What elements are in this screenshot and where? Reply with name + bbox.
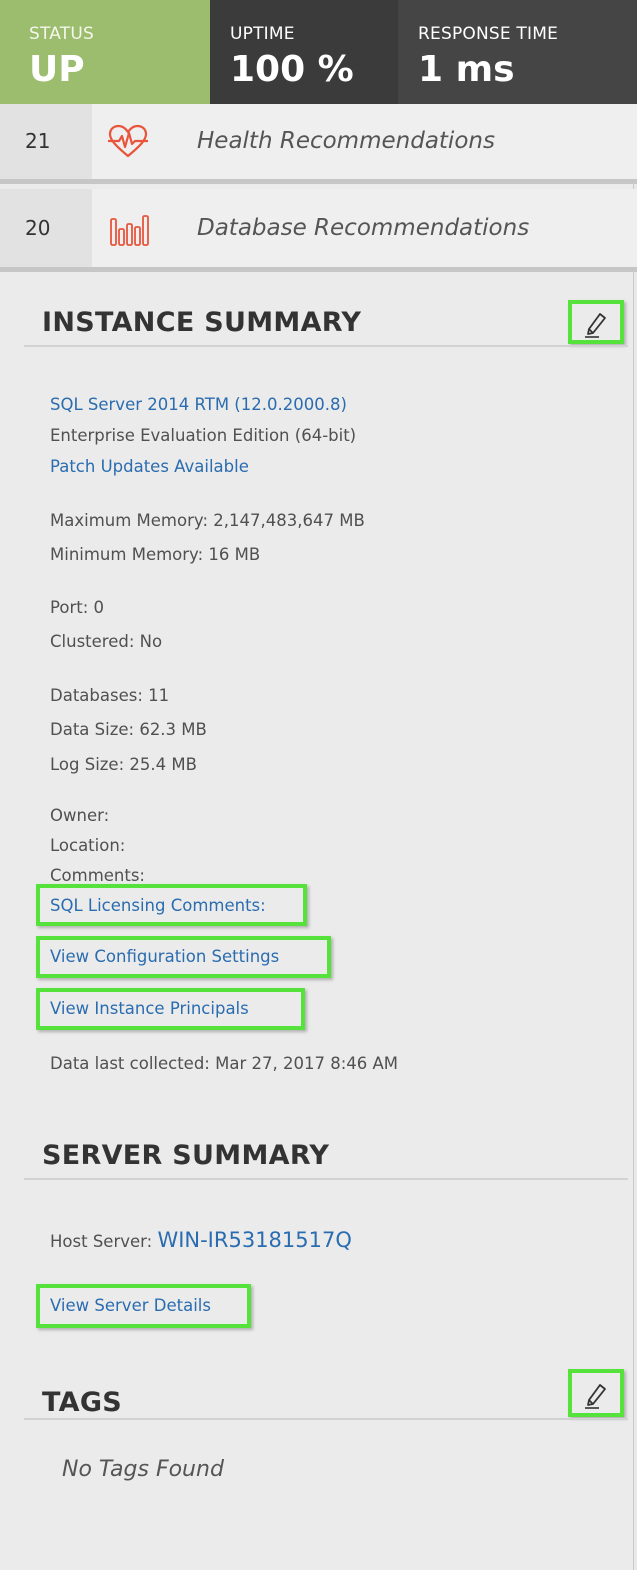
clustered-text: Clustered: No bbox=[50, 632, 163, 651]
sql-version-link[interactable]: SQL Server 2014 RTM (12.0.2000.8) bbox=[50, 395, 347, 414]
instance-summary-title: INSTANCE SUMMARY bbox=[42, 307, 362, 338]
database-recommendations-row[interactable]: 20 Database Recommendations bbox=[0, 189, 637, 272]
view-instance-principals-link[interactable]: View Instance Principals bbox=[50, 999, 249, 1018]
heart-pulse-icon bbox=[106, 124, 150, 160]
location-text: Location: bbox=[50, 836, 126, 855]
owner-text: Owner: bbox=[50, 806, 110, 825]
last-collected-text: Data last collected: Mar 27, 2017 8:46 A… bbox=[50, 1054, 399, 1073]
data-size-text: Data Size: 62.3 MB bbox=[50, 720, 207, 739]
edit-instance-button[interactable] bbox=[568, 300, 624, 344]
response-time-value: 1 ms bbox=[418, 49, 515, 90]
no-tags-text: No Tags Found bbox=[62, 1457, 224, 1482]
log-size-text: Log Size: 25.4 MB bbox=[50, 755, 197, 774]
health-recommendations-label: Health Recommendations bbox=[197, 128, 495, 154]
edit-tags-button[interactable] bbox=[568, 1369, 624, 1417]
database-recommendations-label: Database Recommendations bbox=[197, 215, 530, 241]
view-configuration-settings-link[interactable]: View Configuration Settings bbox=[50, 947, 279, 966]
pencil-icon bbox=[585, 313, 606, 338]
status-tiles: STATUS UP UPTIME 100 % RESPONSE TIME 1 m… bbox=[0, 0, 637, 104]
server-summary-title: SERVER SUMMARY bbox=[42, 1140, 330, 1171]
comments-text: Comments: bbox=[50, 866, 145, 885]
uptime-value: 100 % bbox=[230, 49, 354, 90]
response-time-tile: RESPONSE TIME 1 ms bbox=[398, 0, 637, 104]
status-value: UP bbox=[29, 49, 85, 90]
max-memory-text: Maximum Memory: 2,147,483,647 MB bbox=[50, 511, 365, 530]
host-server-link[interactable]: WIN-IR53181517Q bbox=[157, 1228, 351, 1252]
health-recommendations-row[interactable]: 21 Health Recommendations bbox=[0, 104, 637, 184]
server-summary-divider bbox=[24, 1178, 628, 1180]
uptime-tile: UPTIME 100 % bbox=[210, 0, 398, 104]
host-server-row: Host Server: WIN-IR53181517Q bbox=[50, 1228, 352, 1252]
database-recommendations-count: 20 bbox=[0, 189, 92, 267]
sql-licensing-comments-link[interactable]: SQL Licensing Comments: bbox=[50, 896, 266, 915]
databases-text: Databases: 11 bbox=[50, 686, 170, 705]
bar-chart-icon bbox=[106, 213, 150, 249]
uptime-label: UPTIME bbox=[230, 24, 295, 44]
edition-text: Enterprise Evaluation Edition (64-bit) bbox=[50, 426, 357, 445]
instance-overview-panel: STATUS UP UPTIME 100 % RESPONSE TIME 1 m… bbox=[0, 0, 637, 1570]
status-tile: STATUS UP bbox=[0, 0, 210, 104]
pencil-icon bbox=[585, 1384, 606, 1409]
patch-updates-link[interactable]: Patch Updates Available bbox=[50, 457, 249, 476]
view-server-details-link[interactable]: View Server Details bbox=[50, 1296, 211, 1315]
tags-title: TAGS bbox=[42, 1387, 123, 1418]
response-time-label: RESPONSE TIME bbox=[418, 24, 559, 44]
min-memory-text: Minimum Memory: 16 MB bbox=[50, 545, 261, 564]
instance-summary-divider bbox=[24, 345, 628, 347]
status-label: STATUS bbox=[29, 24, 94, 44]
tags-divider bbox=[24, 1418, 628, 1420]
health-recommendations-count: 21 bbox=[0, 104, 92, 179]
host-server-label: Host Server: bbox=[50, 1232, 158, 1251]
port-text: Port: 0 bbox=[50, 598, 105, 617]
